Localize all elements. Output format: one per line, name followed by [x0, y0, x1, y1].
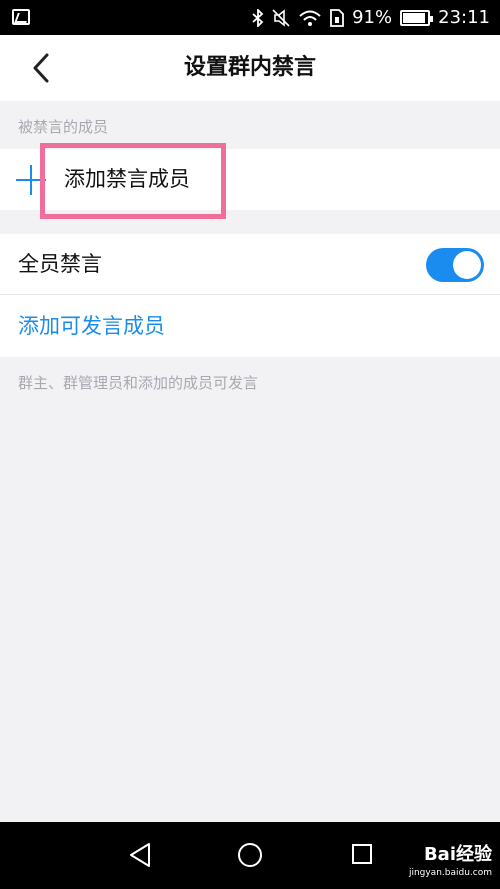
watermark: Bai经验 jingyan.baidu.com	[409, 840, 492, 878]
battery-fill	[403, 12, 425, 23]
add-muted-member-label: 添加禁言成员	[64, 167, 190, 191]
system-home-icon[interactable]	[238, 843, 262, 867]
wifi-icon	[298, 0, 322, 35]
add-speaker-link[interactable]: 添加可发言成员	[18, 296, 165, 357]
mute-all-label: 全员禁言	[18, 252, 102, 276]
bluetooth-icon	[252, 0, 264, 35]
page-title: 设置群内禁言	[183, 55, 316, 80]
watermark-brand: Bai经验	[423, 844, 492, 865]
muted-section-header: 被禁言的成员	[18, 118, 109, 136]
gallery-icon	[12, 9, 30, 25]
add-muted-member-row[interactable]: 添加禁言成员	[0, 149, 500, 210]
mute-all-row: 全员禁言	[0, 234, 500, 295]
status-icons: 91% 23:11	[252, 0, 490, 35]
add-speaker-row[interactable]: 添加可发言成员	[0, 296, 500, 357]
sim-icon	[330, 0, 345, 35]
plus-icon	[16, 165, 46, 195]
status-bar: 91% 23:11	[0, 0, 500, 35]
mute-settings-group: 全员禁言 添加可发言成员	[0, 234, 500, 357]
system-recents-icon[interactable]	[352, 844, 372, 864]
battery-percent: 91%	[352, 7, 393, 28]
clock: 23:11	[438, 7, 490, 28]
mute-icon	[272, 0, 290, 35]
speakers-footnote: 群主、群管理员和添加的成员可发言	[18, 374, 259, 392]
watermark-site: jingyan.baidu.com	[408, 868, 492, 878]
nav-bar: 设置群内禁言	[0, 35, 500, 101]
system-back-icon[interactable]	[128, 842, 152, 868]
toggle-knob	[453, 251, 481, 279]
system-nav-bar: Bai经验 jingyan.baidu.com	[0, 822, 500, 889]
battery-icon	[400, 9, 434, 26]
mute-all-toggle[interactable]	[426, 248, 484, 282]
